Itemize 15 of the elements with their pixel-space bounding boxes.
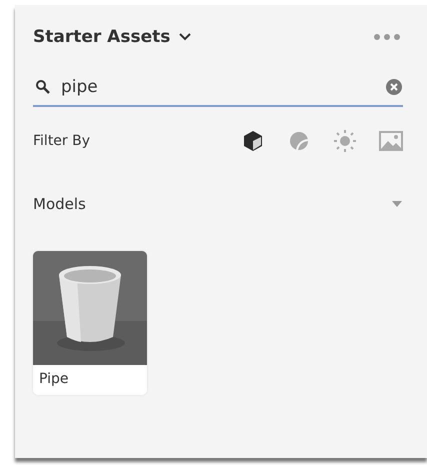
asset-name: Pipe bbox=[38, 370, 70, 389]
library-dropdown[interactable]: Starter Assets bbox=[33, 27, 192, 47]
sphere-filter-button[interactable] bbox=[287, 131, 311, 151]
filter-label: Filter By bbox=[33, 133, 90, 149]
search-field[interactable]: pipe bbox=[61, 77, 375, 97]
caret-icon[interactable] bbox=[391, 200, 403, 208]
more-icon[interactable] bbox=[373, 33, 401, 41]
sun-filter-button[interactable] bbox=[333, 129, 357, 153]
cube-filter-button[interactable] bbox=[241, 130, 265, 152]
search-icon bbox=[35, 79, 51, 95]
asset-card[interactable]: Pipe bbox=[33, 251, 147, 395]
section-title: Models bbox=[33, 195, 86, 213]
chevron-down-icon bbox=[178, 32, 192, 42]
image-filter-button[interactable] bbox=[379, 131, 403, 151]
clear-icon[interactable] bbox=[385, 78, 403, 96]
